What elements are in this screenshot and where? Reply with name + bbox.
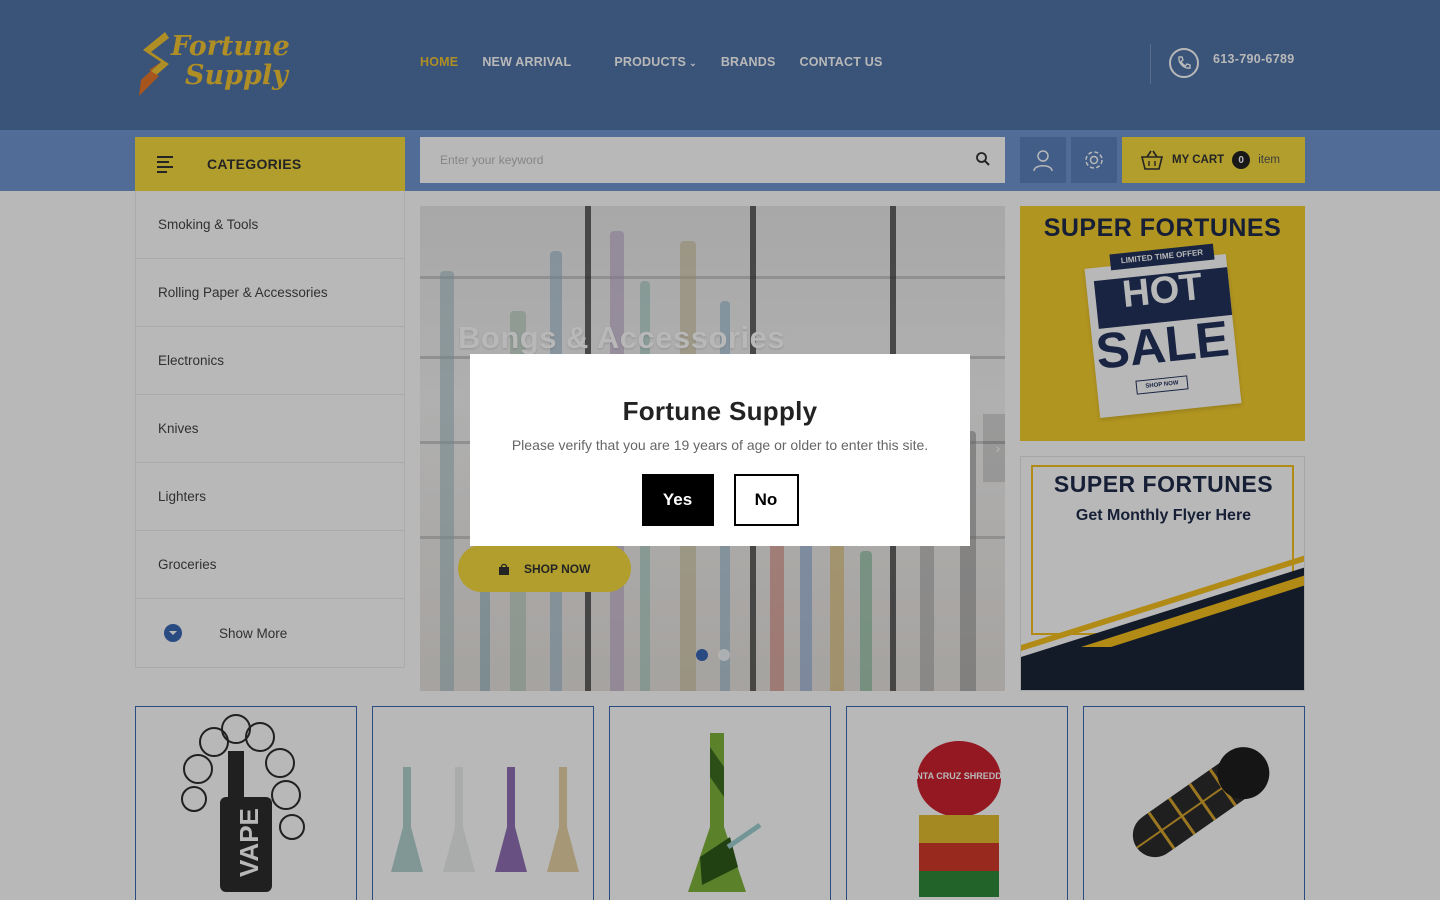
- no-button[interactable]: No: [733, 474, 799, 526]
- modal-buttons: Yes No: [470, 474, 970, 526]
- yes-button[interactable]: Yes: [641, 474, 714, 526]
- age-verification-modal: Fortune Supply Please verify that you ar…: [470, 354, 970, 546]
- modal-message: Please verify that you are 19 years of a…: [511, 437, 929, 453]
- modal-title: Fortune Supply: [622, 396, 818, 426]
